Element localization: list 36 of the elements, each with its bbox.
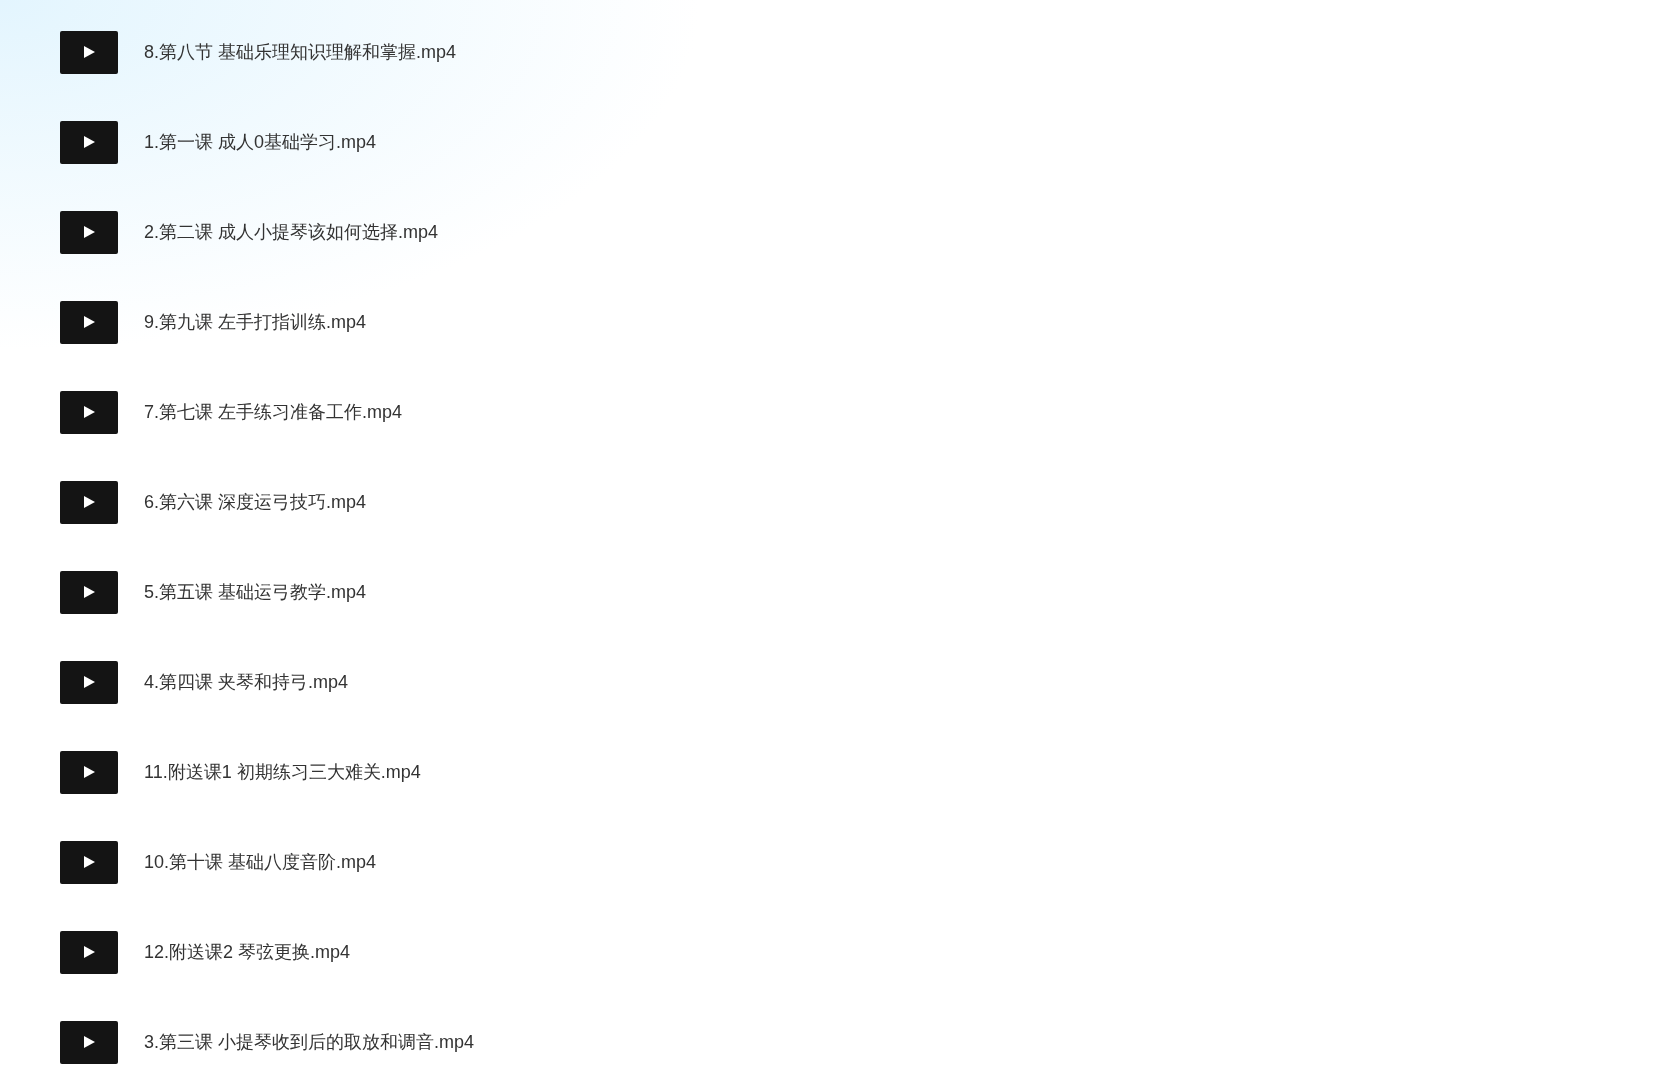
file-name[interactable]: 4.第四课 夹琴和持弓.mp4 [144,668,349,696]
file-name[interactable]: 8.第八节 基础乐理知识理解和掌握.mp4 [144,38,457,66]
play-icon [82,405,96,419]
video-thumbnail[interactable] [60,210,118,254]
video-thumbnail[interactable] [60,660,118,704]
file-name[interactable]: 2.第二课 成人小提琴该如何选择.mp4 [144,218,439,246]
file-name[interactable]: 7.第七课 左手练习准备工作.mp4 [144,398,403,426]
play-icon [82,765,96,779]
video-thumbnail[interactable] [60,30,118,74]
play-icon [82,1035,96,1049]
video-thumbnail[interactable] [60,300,118,344]
file-name[interactable]: 9.第九课 左手打指训练.mp4 [144,308,367,336]
video-thumbnail[interactable] [60,1020,118,1064]
play-icon [82,315,96,329]
file-name[interactable]: 5.第五课 基础运弓教学.mp4 [144,578,367,606]
video-thumbnail[interactable] [60,750,118,794]
play-icon [82,675,96,689]
play-icon [82,855,96,869]
file-name[interactable]: 11.附送课1 初期练习三大难关.mp4 [144,758,421,786]
play-icon [82,225,96,239]
play-icon [82,135,96,149]
play-icon [82,45,96,59]
video-thumbnail[interactable] [60,480,118,524]
file-name[interactable]: 10.第十课 基础八度音阶.mp4 [144,848,377,876]
file-name[interactable]: 12.附送课2 琴弦更换.mp4 [144,938,351,966]
file-name[interactable]: 1.第一课 成人0基础学习.mp4 [144,128,377,156]
file-name[interactable]: 6.第六课 深度运弓技巧.mp4 [144,488,367,516]
play-icon [82,945,96,959]
video-thumbnail[interactable] [60,840,118,884]
video-thumbnail[interactable] [60,570,118,614]
video-thumbnail[interactable] [60,930,118,974]
file-name[interactable]: 3.第三课 小提琴收到后的取放和调音.mp4 [144,1028,475,1056]
play-icon [82,495,96,509]
video-thumbnail[interactable] [60,120,118,164]
play-icon [82,585,96,599]
video-thumbnail[interactable] [60,390,118,434]
